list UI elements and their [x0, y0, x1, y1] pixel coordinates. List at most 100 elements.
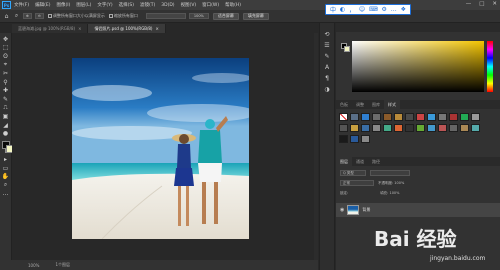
zoom-all-checkbox[interactable] [108, 14, 113, 18]
style-swatch[interactable] [372, 113, 381, 121]
visibility-eye-icon[interactable]: ◉ [340, 207, 344, 213]
style-swatch[interactable] [383, 113, 392, 121]
close-icon[interactable]: × [156, 26, 159, 31]
style-swatch[interactable] [471, 124, 480, 132]
scrubby-zoom-field[interactable] [145, 13, 186, 19]
healing-tool-icon[interactable]: ✚ [1, 87, 11, 96]
style-swatch[interactable] [416, 124, 425, 132]
panel-background-swatch[interactable] [344, 46, 350, 52]
history-brush-tool-icon[interactable]: ▣ [1, 112, 11, 121]
style-swatch[interactable] [438, 113, 447, 121]
home-icon[interactable]: ⌂ [3, 13, 10, 20]
style-swatch[interactable] [405, 113, 414, 121]
skin-icon[interactable]: ❖ [401, 6, 406, 13]
vertical-scrollbar[interactable] [314, 33, 318, 260]
style-swatch[interactable] [372, 124, 381, 132]
style-swatch[interactable] [350, 113, 359, 121]
tab-styles[interactable]: 样式 [384, 100, 400, 109]
eraser-tool-icon[interactable]: ◢ [1, 121, 11, 130]
hand-tool-icon[interactable]: ✋ [1, 173, 11, 182]
maximize-button[interactable]: □ [479, 1, 484, 7]
fit-screen-button[interactable]: 适合屏幕 [212, 12, 239, 20]
style-swatch[interactable] [350, 135, 359, 143]
style-swatch[interactable] [350, 124, 359, 132]
menu-window[interactable]: 窗口(W) [202, 2, 219, 8]
style-swatch[interactable] [339, 124, 348, 132]
tab-layers[interactable]: 图层 [336, 157, 352, 166]
tab-libraries[interactable]: 图库 [368, 100, 384, 109]
emoji-icon[interactable]: ☺ [359, 6, 365, 13]
zoom-percent-field[interactable]: 100% [188, 13, 209, 19]
fill-field[interactable]: 填充: 100% [380, 191, 399, 196]
marquee-tool-icon[interactable]: ⬚ [1, 44, 11, 53]
zoom-tool-icon[interactable]: ⌕ [1, 181, 11, 190]
menu-3d[interactable]: 3D(D) [161, 3, 174, 8]
resize-windows-checkbox[interactable] [47, 14, 52, 18]
blend-mode-select[interactable]: 正常 [340, 180, 374, 186]
path-select-tool-icon[interactable]: ▸ [1, 155, 11, 164]
tab-beach-photo[interactable]: 蓝碧海滩.jpg @ 100%(RGB/8) × [12, 24, 89, 33]
tab-couple-photo[interactable]: 情侣照片.psd @ 100%(RGB/8) × [88, 24, 166, 33]
menu-layer[interactable]: 图层(L) [76, 2, 91, 8]
brush-tool-icon[interactable]: ✎ [1, 95, 11, 104]
shape-tool-icon[interactable]: ▭ [1, 164, 11, 173]
style-swatch[interactable] [405, 124, 414, 132]
properties-icon[interactable]: ☰ [322, 40, 332, 51]
close-button[interactable]: ✕ [492, 1, 497, 7]
character-icon[interactable]: A [322, 62, 332, 73]
style-swatch[interactable] [339, 113, 348, 121]
minimize-button[interactable]: — [466, 1, 472, 7]
more-tools-icon[interactable]: … [1, 190, 11, 199]
crop-tool-icon[interactable]: ✂ [1, 69, 11, 78]
style-swatch[interactable] [427, 124, 436, 132]
punctuation-icon[interactable]: ， [349, 5, 355, 14]
input-method-widget[interactable]: 中 ◐ ， ☺ ⌨ ⚙ … ❖ [325, 4, 411, 15]
layer-filter-select[interactable]: Q 类型 [340, 170, 366, 176]
opacity-field[interactable]: 不透明度: 100% [378, 181, 404, 186]
style-swatch[interactable] [449, 113, 458, 121]
document-image[interactable] [72, 58, 249, 239]
menu-image[interactable]: 图像(I) [56, 2, 70, 8]
menu-view[interactable]: 视图(V) [181, 2, 197, 8]
quick-select-tool-icon[interactable]: ⌖ [1, 61, 11, 70]
hue-slider[interactable] [487, 41, 493, 92]
more-icon[interactable]: … [391, 6, 397, 13]
style-swatch[interactable] [471, 113, 480, 121]
style-swatch[interactable] [394, 113, 403, 121]
stamp-tool-icon[interactable]: ⎍ [1, 104, 11, 113]
style-swatch[interactable] [427, 113, 436, 121]
style-swatch[interactable] [460, 124, 469, 132]
lasso-tool-icon[interactable]: ʘ [1, 52, 11, 61]
style-swatch[interactable] [449, 124, 458, 132]
style-swatch[interactable] [438, 124, 447, 132]
eyedropper-tool-icon[interactable]: ⚲ [1, 78, 11, 87]
style-swatch[interactable] [383, 124, 392, 132]
move-tool-icon[interactable]: ✥ [1, 35, 11, 44]
layer-filter-icons[interactable] [370, 170, 410, 176]
menu-help[interactable]: 帮助(H) [225, 2, 241, 8]
style-swatch[interactable] [460, 113, 469, 121]
keyboard-icon[interactable]: ⌨ [369, 6, 378, 13]
tab-paths[interactable]: 路径 [368, 157, 384, 166]
brush-settings-icon[interactable]: ✎ [322, 51, 332, 62]
settings-icon[interactable]: ⚙ [382, 6, 387, 13]
menu-filter[interactable]: 滤镜(T) [140, 2, 155, 8]
style-swatch[interactable] [416, 113, 425, 121]
zoom-in-icon[interactable]: ⊕ [23, 13, 32, 19]
menu-edit[interactable]: 编辑(E) [35, 2, 50, 8]
gradient-tool-icon[interactable]: ● [1, 130, 11, 139]
menu-file[interactable]: 文件(F) [14, 2, 29, 8]
zoom-out-icon[interactable]: ⊖ [34, 13, 44, 19]
tab-channels[interactable]: 通道 [352, 157, 368, 166]
history-icon[interactable]: ⟲ [322, 29, 332, 40]
menu-select[interactable]: 选择(S) [119, 2, 134, 8]
fill-screen-button[interactable]: 填充屏幕 [242, 12, 269, 20]
zoom-tool-icon[interactable]: ⌕ [13, 12, 20, 20]
status-zoom[interactable]: 100% [28, 263, 39, 268]
style-swatch[interactable] [361, 135, 370, 143]
style-swatch[interactable] [361, 113, 370, 121]
menu-type[interactable]: 文字(Y) [97, 2, 112, 8]
adjust-icon[interactable]: ◑ [322, 84, 332, 95]
color-picker-field[interactable] [352, 41, 484, 92]
tab-swatches[interactable]: 色板 [336, 100, 352, 109]
